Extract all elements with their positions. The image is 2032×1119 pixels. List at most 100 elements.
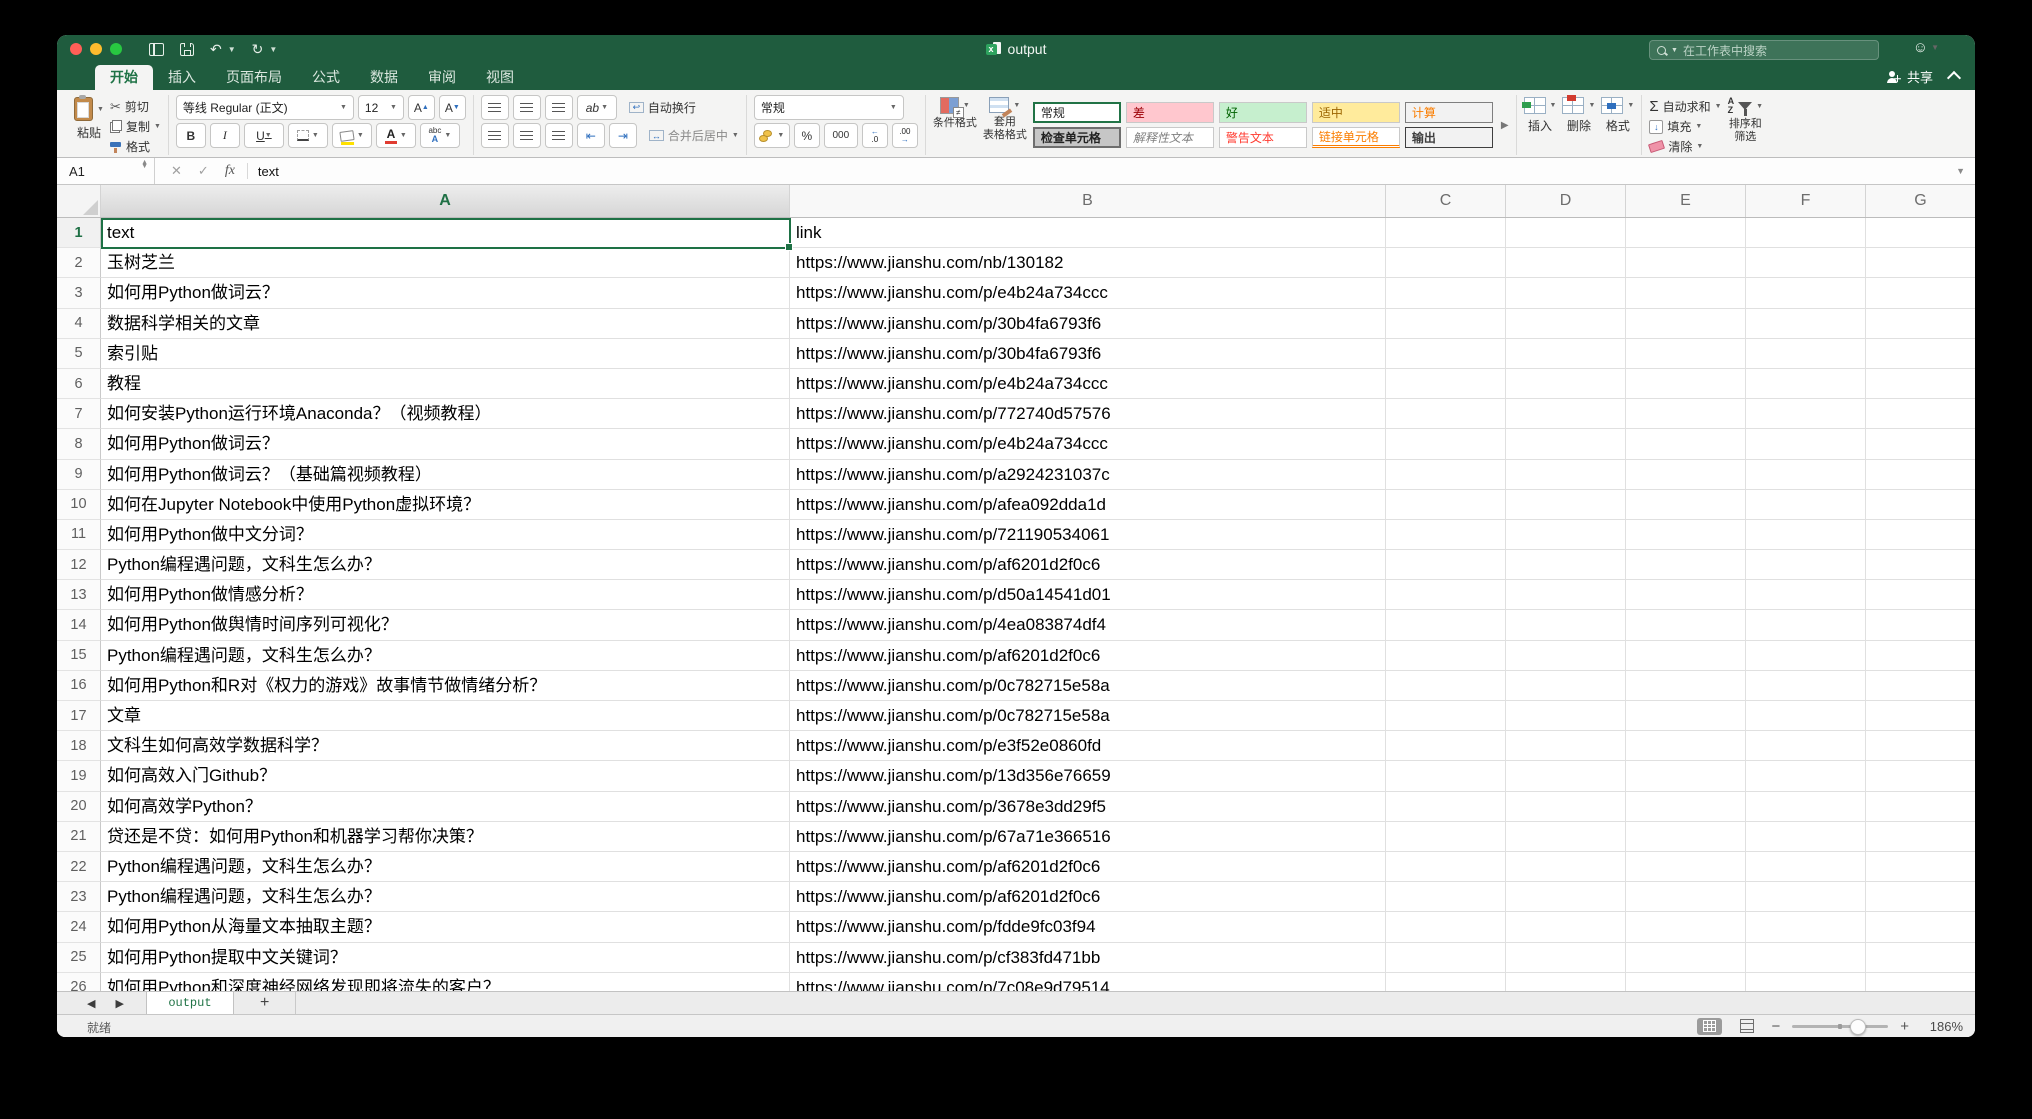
cell-empty[interactable]: [1746, 550, 1866, 580]
cell-empty[interactable]: [1386, 248, 1506, 278]
cell-empty[interactable]: [1506, 550, 1626, 580]
cell-empty[interactable]: [1386, 943, 1506, 973]
cell-empty[interactable]: [1866, 520, 1975, 550]
cell-empty[interactable]: [1506, 882, 1626, 912]
cell-empty[interactable]: [1506, 339, 1626, 369]
cell-empty[interactable]: [1746, 369, 1866, 399]
cell-link[interactable]: https://www.jianshu.com/p/0c782715e58a: [790, 671, 1386, 701]
cell-text[interactable]: 数据科学相关的文章: [101, 309, 790, 339]
column-header-a[interactable]: A: [101, 185, 790, 217]
tab-page-layout[interactable]: 页面布局: [211, 65, 297, 90]
cell-link[interactable]: https://www.jianshu.com/p/13d356e76659: [790, 761, 1386, 791]
row-header[interactable]: 12: [57, 550, 101, 580]
cell-text[interactable]: 如何用Python提取中文关键词？: [101, 943, 790, 973]
cell-link[interactable]: https://www.jianshu.com/p/af6201d2f0c6: [790, 550, 1386, 580]
cell-empty[interactable]: [1746, 882, 1866, 912]
row-header[interactable]: 24: [57, 912, 101, 942]
cell-empty[interactable]: [1506, 369, 1626, 399]
cell-empty[interactable]: [1626, 761, 1746, 791]
cell-empty[interactable]: [1746, 460, 1866, 490]
cell-text[interactable]: 索引贴: [101, 339, 790, 369]
cell-empty[interactable]: [1626, 218, 1746, 248]
cell-empty[interactable]: [1746, 792, 1866, 822]
row-header[interactable]: 14: [57, 610, 101, 640]
cell-empty[interactable]: [1386, 973, 1506, 991]
font-color-button[interactable]: A▼: [376, 123, 416, 148]
cell-text[interactable]: 文科生如何高效学数据科学？: [101, 731, 790, 761]
cell-empty[interactable]: [1866, 671, 1975, 701]
cell-text[interactable]: 如何高效入门Github？: [101, 761, 790, 791]
cell-empty[interactable]: [1386, 460, 1506, 490]
italic-button[interactable]: I: [210, 123, 240, 148]
cell-empty[interactable]: [1746, 309, 1866, 339]
cell-empty[interactable]: [1866, 822, 1975, 852]
tab-view[interactable]: 视图: [471, 65, 529, 90]
cell-empty[interactable]: [1866, 761, 1975, 791]
search-scope-dropdown-icon[interactable]: ▼: [1671, 47, 1678, 54]
cell-empty[interactable]: [1626, 610, 1746, 640]
cut-button[interactable]: ✂剪切: [110, 98, 161, 115]
font-name-select[interactable]: 等线 Regular (正文)▼: [176, 95, 354, 120]
cell-empty[interactable]: [1386, 761, 1506, 791]
cell-empty[interactable]: [1626, 580, 1746, 610]
cell-empty[interactable]: [1746, 973, 1866, 991]
cell-empty[interactable]: [1506, 429, 1626, 459]
cell-empty[interactable]: [1746, 490, 1866, 520]
prev-sheet-icon[interactable]: ◀: [87, 997, 95, 1010]
cell-empty[interactable]: [1626, 520, 1746, 550]
cell-text[interactable]: Python编程遇问题，文科生怎么办？: [101, 852, 790, 882]
cell-empty[interactable]: [1386, 701, 1506, 731]
cell-empty[interactable]: [1626, 671, 1746, 701]
cell-empty[interactable]: [1746, 731, 1866, 761]
increase-decimal-button[interactable]: ←.0: [862, 123, 888, 148]
cell-empty[interactable]: [1866, 792, 1975, 822]
cell-link[interactable]: https://www.jianshu.com/p/7c08e9d79514: [790, 973, 1386, 991]
cell-empty[interactable]: [1506, 792, 1626, 822]
cell-link[interactable]: https://www.jianshu.com/p/af6201d2f0c6: [790, 852, 1386, 882]
cell-empty[interactable]: [1626, 731, 1746, 761]
cell-empty[interactable]: [1866, 610, 1975, 640]
cell-empty[interactable]: [1506, 460, 1626, 490]
tab-home[interactable]: 开始: [95, 65, 153, 90]
cell-empty[interactable]: [1746, 701, 1866, 731]
cell-link[interactable]: https://www.jianshu.com/p/af6201d2f0c6: [790, 641, 1386, 671]
row-header[interactable]: 8: [57, 429, 101, 459]
row-header[interactable]: 20: [57, 792, 101, 822]
cell-text[interactable]: Python编程遇问题，文科生怎么办？: [101, 550, 790, 580]
align-left-button[interactable]: [481, 123, 509, 148]
cell-empty[interactable]: [1626, 369, 1746, 399]
wrap-text-button[interactable]: ↩自动换行: [629, 99, 696, 116]
row-header[interactable]: 11: [57, 520, 101, 550]
column-header-c[interactable]: C: [1386, 185, 1506, 217]
cell-empty[interactable]: [1386, 399, 1506, 429]
cell-empty[interactable]: [1506, 610, 1626, 640]
cell-empty[interactable]: [1626, 792, 1746, 822]
cell-text[interactable]: 玉树芝兰: [101, 248, 790, 278]
cell-text[interactable]: 如何用Python做舆情时间序列可视化？: [101, 610, 790, 640]
cell-empty[interactable]: [1746, 761, 1866, 791]
cell-empty[interactable]: [1746, 248, 1866, 278]
cell-text[interactable]: 如何安装Python运行环境Anaconda？（视频教程）: [101, 399, 790, 429]
cell-link[interactable]: https://www.jianshu.com/p/af6201d2f0c6: [790, 882, 1386, 912]
cell-empty[interactable]: [1746, 580, 1866, 610]
cell-empty[interactable]: [1746, 218, 1866, 248]
cell-empty[interactable]: [1386, 882, 1506, 912]
cell-text[interactable]: 如何用Python做词云？（基础篇视频教程）: [101, 460, 790, 490]
cell-empty[interactable]: [1746, 852, 1866, 882]
cell-link[interactable]: https://www.jianshu.com/p/30b4fa6793f6: [790, 339, 1386, 369]
format-cells-button[interactable]: ▼ 格式: [1601, 95, 1634, 155]
cell-empty[interactable]: [1626, 490, 1746, 520]
cell-empty[interactable]: [1746, 339, 1866, 369]
decrease-indent-button[interactable]: ⇤: [577, 123, 605, 148]
cell-text[interactable]: 如何在Jupyter Notebook中使用Python虚拟环境？: [101, 490, 790, 520]
cell-empty[interactable]: [1626, 550, 1746, 580]
cell-empty[interactable]: [1506, 248, 1626, 278]
cell-empty[interactable]: [1386, 852, 1506, 882]
cell-empty[interactable]: [1386, 822, 1506, 852]
cell-link[interactable]: https://www.jianshu.com/nb/130182: [790, 248, 1386, 278]
cell-link[interactable]: https://www.jianshu.com/p/30b4fa6793f6: [790, 309, 1386, 339]
cell-text[interactable]: text: [101, 218, 790, 248]
cell-empty[interactable]: [1746, 610, 1866, 640]
cell-empty[interactable]: [1866, 943, 1975, 973]
tab-review[interactable]: 审阅: [413, 65, 471, 90]
